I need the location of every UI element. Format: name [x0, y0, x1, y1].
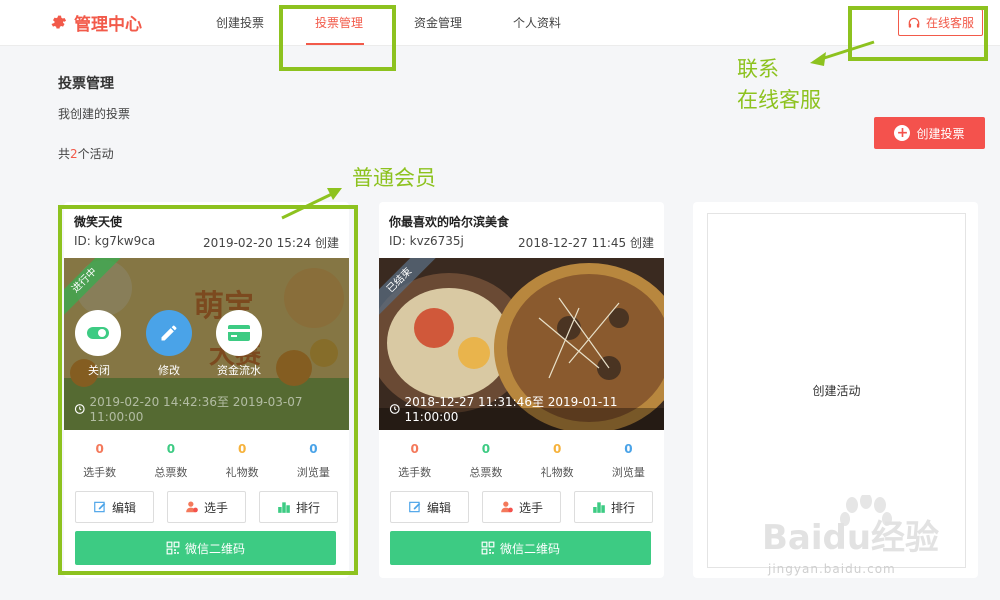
user-icon: [501, 501, 513, 513]
edit-button[interactable]: 编辑: [390, 491, 469, 523]
card-cover-image[interactable]: 已结束 2018-12-27 11:31:46至 2019-01-11 11:0…: [379, 258, 664, 430]
stat-votes: 0 总票数: [450, 442, 521, 480]
qrcode-icon: [481, 541, 495, 555]
annotation-box-vote-card: [58, 205, 358, 575]
stat-value: 0: [410, 442, 419, 456]
section-subtitle: 我创建的投票: [58, 107, 131, 121]
ranking-icon: [593, 502, 605, 513]
count-prefix: 共: [58, 147, 71, 161]
logo[interactable]: 管理中心: [50, 10, 142, 35]
card-created-date: 2018-12-27 11:45 创建: [518, 236, 654, 250]
wechat-qrcode-label: 微信二维码: [499, 541, 560, 556]
ranking-label: 排行: [610, 500, 635, 515]
stat-label: 礼物数: [540, 466, 574, 479]
create-vote-label: 创建投票: [916, 126, 965, 141]
annotation-member: 普通会员: [352, 166, 436, 190]
stat-label: 浏览量: [611, 466, 645, 479]
time-range-text: 2018-12-27 11:31:46至 2019-01-11 11:00:00: [404, 395, 618, 424]
stat-gifts: 0 礼物数: [522, 442, 593, 480]
annotation-box-vote-management: [279, 5, 396, 71]
stat-value: 0: [552, 442, 562, 456]
clock-icon: [389, 403, 400, 414]
card-actions: 编辑 选手 排行: [390, 491, 653, 523]
page-title: 投票管理: [58, 76, 114, 92]
card-id: ID: kvz6735j: [389, 234, 464, 248]
time-range: 2018-12-27 11:31:46至 2019-01-11 11:00:00: [389, 393, 664, 424]
stat-views: 0 浏览量: [593, 442, 664, 480]
activity-count: 共2个活动: [58, 145, 114, 162]
annotation-box-online-service: [848, 6, 988, 61]
watermark-brand: Baidu经验: [762, 518, 939, 558]
nav-create-vote[interactable]: 创建投票: [216, 14, 264, 31]
watermark-url: jingyan.baidu.com: [768, 562, 896, 576]
nav-fund-management[interactable]: 资金管理: [414, 14, 462, 31]
stat-players: 0 选手数: [379, 442, 450, 480]
stat-label: 选手数: [398, 466, 432, 479]
stat-value: 0: [481, 442, 491, 456]
gear-icon: [51, 15, 67, 29]
ranking-button[interactable]: 排行: [574, 491, 653, 523]
count-suffix: 个活动: [77, 147, 114, 161]
wechat-qrcode-button[interactable]: 微信二维码: [390, 531, 651, 565]
players-button[interactable]: 选手: [482, 491, 561, 523]
annotation-contact-line1: 联系: [737, 57, 779, 81]
create-vote-button[interactable]: + 创建投票: [874, 117, 985, 149]
vote-card: 你最喜欢的哈尔滨美食 ID: kvz6735j 2018-12-27 11:45…: [379, 202, 664, 578]
stat-value: 0: [624, 442, 633, 456]
annotation-contact-line2: 在线客服: [737, 88, 821, 112]
create-activity-label: 创建活动: [812, 384, 861, 398]
card-title: 你最喜欢的哈尔滨美食: [389, 215, 510, 229]
nav-profile[interactable]: 个人资料: [513, 14, 561, 31]
plus-icon: +: [894, 125, 911, 141]
card-stats: 0 选手数 0 总票数 0 礼物数 0 浏览量: [379, 442, 664, 480]
stat-label: 总票数: [469, 466, 503, 479]
players-label: 选手: [518, 500, 543, 515]
count-number: 2: [70, 147, 78, 161]
logo-text: 管理中心: [74, 14, 142, 35]
edit-icon: [409, 501, 421, 513]
edit-label: 编辑: [426, 500, 451, 515]
